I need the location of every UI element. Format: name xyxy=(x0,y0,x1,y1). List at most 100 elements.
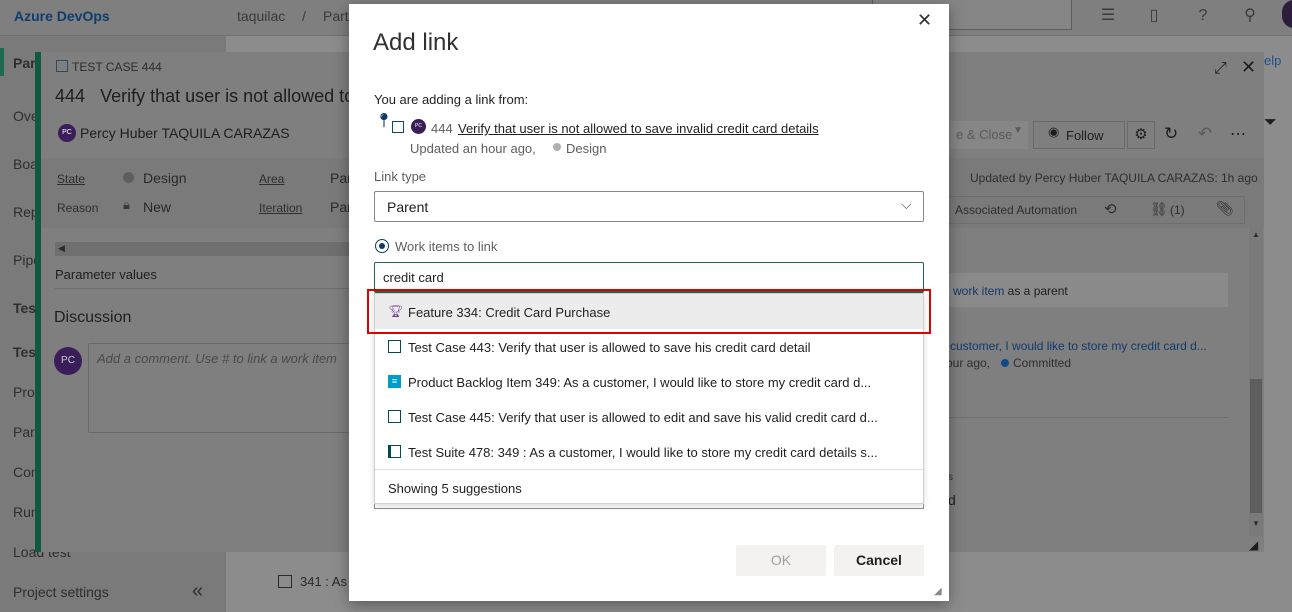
from-item-updated: Updated an hour ago, xyxy=(410,141,536,156)
lock-icon: 🔒︎ xyxy=(123,197,130,212)
refresh-icon[interactable]: ↻ xyxy=(1164,124,1178,144)
dialog-title: Add link xyxy=(373,29,459,56)
nav-project[interactable]: Par xyxy=(13,55,36,71)
suggestions-footer: Showing 5 suggestions xyxy=(375,469,923,503)
suggestion-item[interactable]: Test Suite 478: 349 : As a customer, I w… xyxy=(375,434,923,469)
close-icon[interactable]: ✕ xyxy=(917,10,932,31)
test-case-icon xyxy=(388,340,401,353)
comment-field[interactable] xyxy=(374,504,924,509)
related-item-state: Committed xyxy=(1013,356,1072,370)
work-item-id: 444 xyxy=(55,86,86,106)
breadcrumb-separator: / xyxy=(302,8,306,24)
discussion-heading: Discussion xyxy=(54,309,132,326)
horizontal-scrollbar[interactable] xyxy=(55,242,355,256)
close-icon[interactable]: ✕ xyxy=(1241,57,1256,78)
reason-label: Reason xyxy=(57,201,99,215)
attachment-icon[interactable]: 📎︎ xyxy=(1216,200,1234,217)
backlog-item-icon: ≡ xyxy=(388,375,401,388)
resize-grip-icon[interactable]: ◢ xyxy=(1249,538,1258,552)
nav-progress[interactable]: Pro xyxy=(13,384,35,400)
work-item-title-text[interactable]: Verify that user is not allowed to xyxy=(100,86,354,106)
expand-icon[interactable]: ⤢ xyxy=(1214,60,1227,78)
radio-selected-dot xyxy=(379,243,385,249)
breadcrumb-org[interactable]: taquilac xyxy=(237,8,285,24)
undo-icon[interactable]: ↶ xyxy=(1198,124,1212,144)
gear-icon[interactable]: ⚙ xyxy=(1127,121,1155,149)
location-pin-icon: 📍︎ xyxy=(375,112,393,128)
avatar: PC xyxy=(411,119,426,134)
related-parent-hint-text: as a parent xyxy=(1004,284,1068,298)
help-icon[interactable]: ? xyxy=(1193,6,1213,26)
avatar: PC xyxy=(54,347,82,375)
from-item-state: Design xyxy=(566,141,607,156)
resize-grip-icon[interactable]: ◢ xyxy=(934,586,942,597)
suite-row[interactable]: 341 : As xyxy=(300,574,347,589)
suggestion-item[interactable]: Test Case 443: Verify that user is allow… xyxy=(375,329,923,364)
history-icon[interactable]: ⟲ xyxy=(1104,200,1117,218)
scroll-down-icon[interactable]: ▼ xyxy=(1252,519,1260,528)
test-suite-icon xyxy=(278,575,292,588)
state-dot-icon xyxy=(1001,359,1009,367)
marketplace-icon[interactable]: ▯ xyxy=(1144,6,1164,26)
help-link[interactable]: elp xyxy=(1264,53,1281,68)
avatar: PC xyxy=(58,124,76,142)
link-type-value: Parent xyxy=(387,199,429,215)
link-type-dropdown[interactable] xyxy=(374,191,924,222)
link-type-label: Link type xyxy=(374,169,427,184)
tab-links-count[interactable]: (1) xyxy=(1170,203,1185,217)
chevron-down-icon[interactable]: ▼ xyxy=(1013,125,1023,136)
state-value[interactable]: Design xyxy=(143,170,187,186)
suggestion-text: Test Suite 478: 349 : As a customer, I w… xyxy=(408,445,878,460)
collapse-nav-icon[interactable]: « xyxy=(192,580,203,603)
highlight-box xyxy=(367,289,931,334)
brand-logo[interactable]: Azure DevOps xyxy=(14,8,110,24)
suggestion-text: Product Backlog Item 349: As a customer,… xyxy=(408,375,872,390)
suggestion-item[interactable]: ≡ Product Backlog Item 349: As a custome… xyxy=(375,364,923,399)
work-item-type: TEST CASE 444 xyxy=(72,60,162,74)
link-icon: ⛓ xyxy=(1150,201,1168,217)
ok-button[interactable]: OK xyxy=(736,545,826,576)
scroll-left-icon[interactable]: ◀ xyxy=(58,243,65,254)
right-field-value: d xyxy=(948,492,956,508)
reason-value[interactable]: New xyxy=(143,199,171,215)
related-item-meta: our ago, xyxy=(946,356,991,370)
add-work-item-link[interactable]: work item xyxy=(953,284,1004,298)
assigned-to[interactable]: Percy Huber TAQUILA CARAZAS xyxy=(80,125,290,141)
updated-by-text: Updated by Percy Huber TAQUILA CARAZAS: … xyxy=(970,171,1258,185)
test-suite-icon xyxy=(388,445,401,458)
state-dot-icon xyxy=(123,172,134,183)
from-item-title-link[interactable]: Verify that user is not allowed to save … xyxy=(458,121,819,136)
suggestion-text: Test Case 445: Verify that user is allow… xyxy=(408,410,878,425)
filter-icon[interactable]: ⏷ xyxy=(1264,114,1277,132)
from-item-id: 444 xyxy=(431,121,453,136)
from-label: You are adding a link from: xyxy=(374,92,529,107)
related-parent-hint: work item as a parent xyxy=(953,284,1068,298)
work-items-label: Work items to link xyxy=(395,239,498,254)
scroll-up-icon[interactable]: ▲ xyxy=(1252,230,1260,239)
iteration-label: Iteration xyxy=(259,201,303,215)
cancel-button[interactable]: Cancel xyxy=(834,545,924,576)
divider xyxy=(55,288,350,289)
nav-project-settings[interactable]: Project settings xyxy=(13,584,109,600)
comment-placeholder: Add a comment. Use # to link a work item xyxy=(97,351,337,366)
follow-button[interactable]: Follow xyxy=(1033,121,1125,149)
more-icon[interactable]: ⋯ xyxy=(1230,124,1246,144)
list-settings-icon[interactable]: ☰ xyxy=(1098,6,1118,26)
area-label: Area xyxy=(259,172,285,186)
chevron-down-icon[interactable]: ⌵ xyxy=(901,196,912,213)
test-case-icon xyxy=(56,60,68,72)
state-label: State xyxy=(57,172,86,186)
divider xyxy=(945,417,1228,418)
test-case-icon xyxy=(388,410,401,423)
parameter-values-heading: Parameter values xyxy=(55,267,157,282)
scrollbar-thumb[interactable] xyxy=(1250,379,1262,513)
related-item-title[interactable]: customer, I would like to store my credi… xyxy=(950,339,1207,353)
suggestion-item[interactable]: Test Case 445: Verify that user is allow… xyxy=(375,399,923,434)
eye-icon: ◉ xyxy=(1048,124,1060,139)
tab-associated-automation[interactable]: Associated Automation xyxy=(955,203,1077,217)
user-settings-icon[interactable]: ⚲ xyxy=(1240,6,1260,26)
state-dot-icon xyxy=(553,143,561,151)
work-item-title[interactable]: 444 Verify that user is not allowed to xyxy=(55,86,354,107)
nav-selected-indicator xyxy=(0,48,4,76)
test-case-icon xyxy=(392,121,404,133)
